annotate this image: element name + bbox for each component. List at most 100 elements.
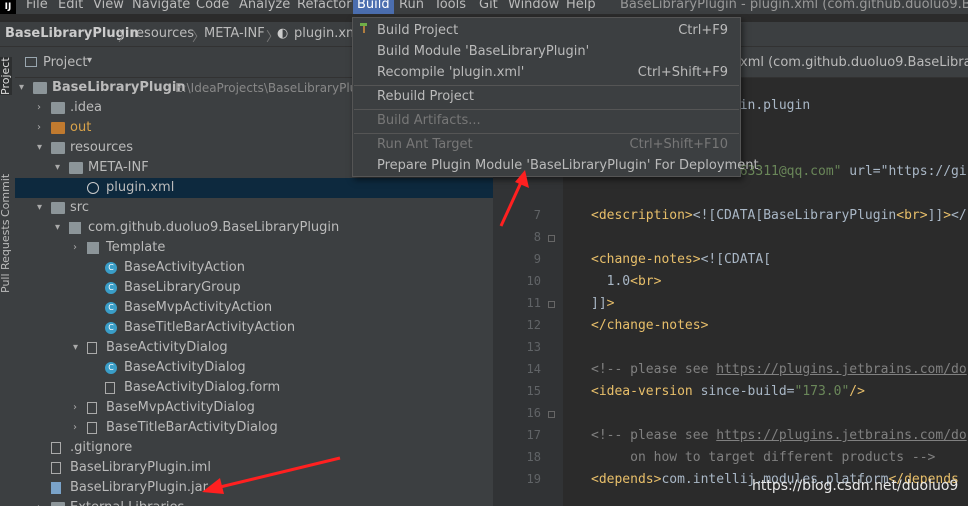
menu-window[interactable]: Window [508,0,559,12]
menu-item-build-project[interactable]: Build Project Ctrl+F9 [353,20,740,41]
folder-icon [51,502,65,506]
tree-row[interactable]: ▾ src [15,198,493,218]
tree-row[interactable]: C BaseActivityAction [15,258,493,278]
code-line: <!-- please see https://plugins.jetbrain… [591,362,967,377]
tree-row-label: BaseActivityDialog [124,360,246,375]
tree-row[interactable]: › BaseMvpActivityDialog [15,398,493,418]
tree-row[interactable]: plugin.xml [15,178,493,198]
line-number: 15 [526,384,541,398]
tree-row-label: plugin.xml [106,180,175,195]
menu-help[interactable]: Help [566,0,596,12]
watermark: https://blog.csdn.net/duoluo9 [752,478,959,494]
tree-row[interactable]: C BaseLibraryGroup [15,278,493,298]
tree-row[interactable]: › Template [15,238,493,258]
tree-row[interactable]: › External Libraries [15,498,493,506]
breadcrumb-plugin-xml[interactable]: plugin.xm [294,26,359,41]
menu-view[interactable]: View [93,0,124,12]
chevron-right-icon[interactable]: › [73,418,77,438]
tree-row-label: .idea [70,100,102,115]
tree-row-label: Template [106,240,166,255]
class-icon: C [105,302,117,314]
menu-file[interactable]: File [26,0,48,12]
line-number: 11 [526,296,541,310]
chevron-down-icon[interactable]: ▾ [55,218,60,238]
menu-code[interactable]: Code [196,0,229,12]
chevron-right-icon[interactable]: › [37,498,41,506]
tree-row-label: BaseTitleBarActivityAction [124,320,296,335]
file-icon [51,442,61,454]
form-icon [105,382,115,394]
file-icon [51,462,61,474]
menu-tools[interactable]: Tools [434,0,466,12]
package-icon [69,222,81,234]
line-number: 16 [526,406,541,420]
menu-item-build-module[interactable]: Build Module 'BaseLibraryPlugin' [353,41,740,62]
stripe-commit-tab[interactable]: Commit [0,174,12,217]
tree-row[interactable]: C BaseTitleBarActivityAction [15,318,493,338]
chevron-down-icon[interactable]: ▾ [37,198,42,218]
chevron-down-icon[interactable]: ▾ [19,78,24,98]
tree-row-label: src [70,200,89,215]
menu-item-recompile[interactable]: Recompile 'plugin.xml' Ctrl+Shift+F9 [353,62,740,83]
jar-icon [51,482,61,494]
project-panel-title[interactable]: Project [43,55,87,70]
code-line: <!-- please see https://plugins.jetbrain… [591,428,967,443]
menu-bar: IJ File Edit View Navigate Code Analyze … [0,0,968,14]
chevron-down-icon[interactable]: ▾ [37,138,42,158]
editor-tab-plugin-xml[interactable]: xml (com.github.duoluo9.BaseLibraryPl [740,55,968,70]
tree-row[interactable]: ▾ com.github.duoluo9.BaseLibraryPlugin [15,218,493,238]
fold-marker-icon[interactable] [548,235,555,242]
code-line: ]]> [591,296,615,311]
menu-refactor[interactable]: Refactor [297,0,352,12]
menu-build[interactable]: Build [353,0,394,14]
tree-row[interactable]: › BaseTitleBarActivityDialog [15,418,493,438]
tree-row-label: out [70,120,92,135]
line-number: 8 [533,230,541,244]
intellij-logo-icon[interactable]: IJ [0,0,16,14]
fold-marker-icon[interactable] [548,301,555,308]
class-icon: C [105,262,117,274]
menu-item-rebuild-project[interactable]: Rebuild Project [353,86,740,107]
tree-row-label: BaseActivityAction [124,260,245,275]
tree-row[interactable]: BaseActivityDialog.form [15,378,493,398]
menu-edit[interactable]: Edit [58,0,83,12]
code-line: <idea-version since-build="173.0"/> [591,384,865,399]
menu-git[interactable]: Git [479,0,498,12]
tree-row-label: BaseTitleBarActivityDialog [106,420,278,435]
menu-navigate[interactable]: Navigate [132,0,190,12]
folder-out-icon [51,122,65,134]
class-icon: C [105,282,117,294]
menu-item-build-artifacts: Build Artifacts... [377,113,481,128]
breadcrumb-resources[interactable]: resources [131,26,194,41]
chevron-down-icon[interactable]: ▾ [73,338,78,358]
chevron-right-icon[interactable]: › [73,398,77,418]
tree-row-label: META-INF [88,160,149,175]
tree-row-label: External Libraries [70,498,184,506]
line-number: 9 [533,252,541,266]
chevron-right-icon[interactable]: › [37,118,41,138]
folder-icon [51,102,65,114]
chevron-right-icon[interactable]: › [37,98,41,118]
menu-analyze[interactable]: Analyze [239,0,290,12]
menu-item-prepare-plugin-module[interactable]: Prepare Plugin Module 'BaseLibraryPlugin… [353,155,759,176]
chevron-down-icon[interactable]: ▾ [55,158,60,178]
chevron-down-icon[interactable]: ▾ [87,55,92,66]
menu-run[interactable]: Run [399,0,424,12]
fold-marker-icon[interactable] [548,411,555,418]
line-number: 12 [526,318,541,332]
stripe-project-tab[interactable]: Project [0,57,12,95]
chevron-right-icon[interactable]: › [73,238,77,258]
tree-row[interactable]: ▾ BaseActivityDialog [15,338,493,358]
tree-row[interactable]: C BaseActivityDialog [15,358,493,378]
class-icon: C [105,362,117,374]
tree-row[interactable]: C BaseMvpActivityAction [15,298,493,318]
stripe-pull-requests-tab[interactable]: Pull Requests [0,220,12,293]
form-icon [87,402,97,414]
tree-row-label: com.github.duoluo9.BaseLibraryPlugin [88,220,340,235]
tree-row-label: BaseLibraryGroup [124,280,241,295]
line-number: 19 [526,472,541,486]
breadcrumb-meta-inf[interactable]: META-INF [204,26,265,41]
form-icon [87,342,97,354]
window-title: BaseLibraryPlugin - plugin.xml (com.gith… [620,0,968,12]
line-number: 14 [526,362,541,376]
